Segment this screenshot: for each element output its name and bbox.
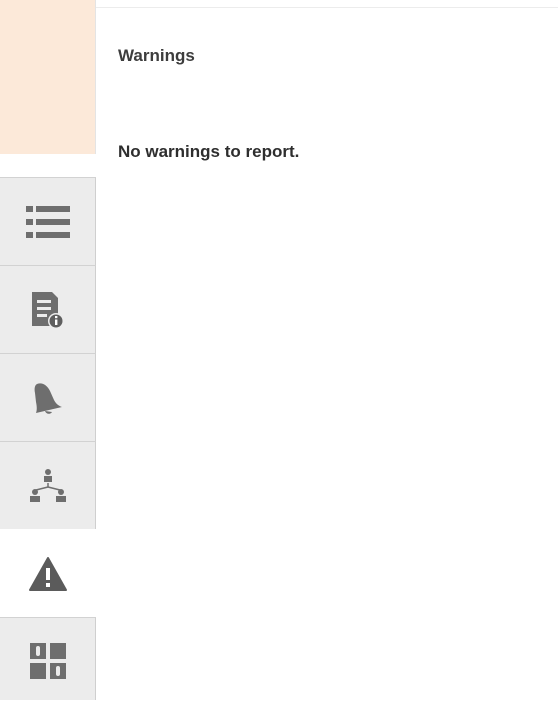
empty-state-message: No warnings to report.	[118, 142, 300, 161]
tab-notifications[interactable]	[0, 353, 96, 441]
tab-warnings[interactable]	[0, 529, 96, 617]
tab-dashboard[interactable]	[0, 617, 96, 705]
tab-document-info[interactable]	[0, 265, 96, 353]
side-rail	[0, 0, 96, 706]
document-info-icon	[31, 291, 64, 329]
hierarchy-icon	[29, 468, 66, 502]
tab-list[interactable]	[0, 177, 96, 265]
app-window: Warnings No warnings to report.	[0, 0, 558, 706]
top-divider	[96, 7, 558, 8]
panel-title: Warnings	[118, 46, 195, 65]
list-icon	[25, 205, 70, 238]
warning-icon	[29, 556, 67, 591]
rail-footer	[0, 700, 96, 706]
rail-header-area	[0, 0, 96, 154]
dashboard-icon	[29, 643, 66, 679]
tab-hierarchy[interactable]	[0, 441, 96, 529]
bell-icon	[34, 382, 62, 414]
